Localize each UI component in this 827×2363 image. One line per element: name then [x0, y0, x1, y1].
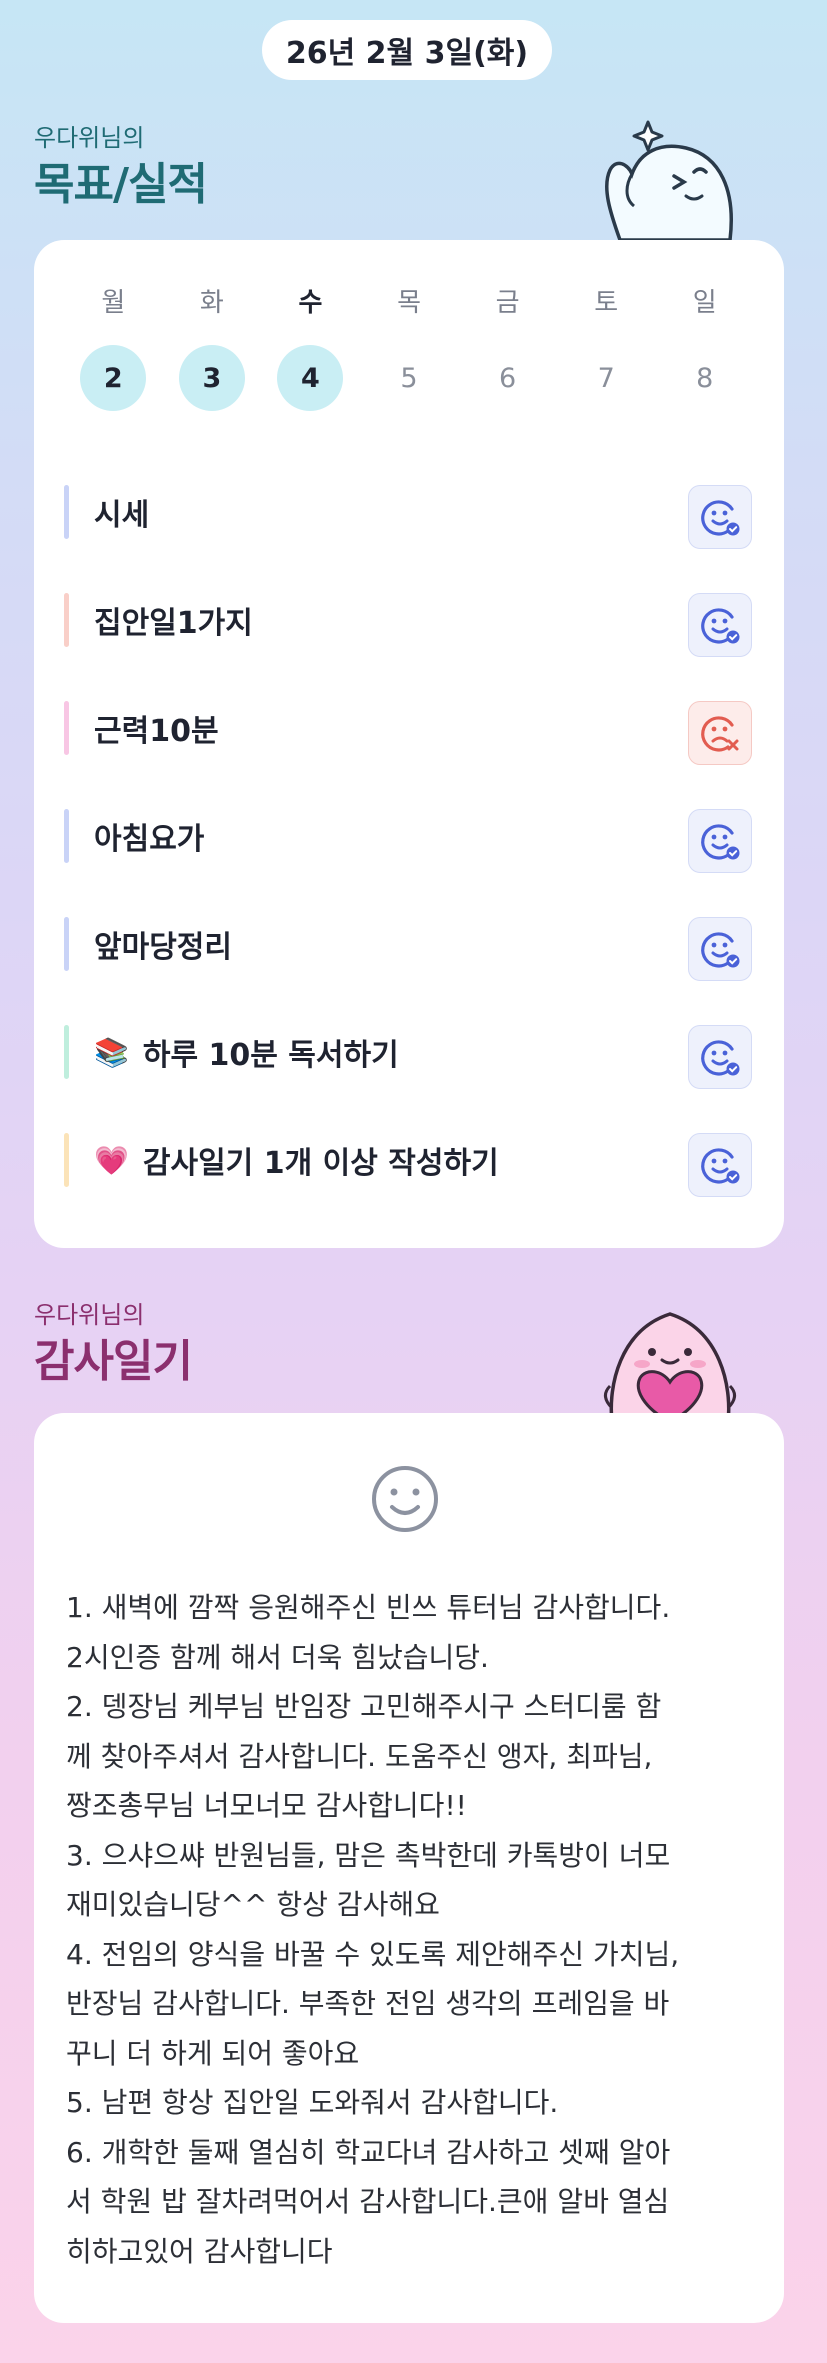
day-number: 3: [178, 345, 245, 411]
day-cell[interactable]: 2: [64, 345, 163, 411]
frown-x-icon: [701, 716, 739, 752]
task-color-bar: [64, 485, 69, 539]
smile-face-icon: [372, 1466, 438, 1532]
day-cell[interactable]: 3: [163, 345, 262, 411]
diary-card: 1. 새벽에 깜짝 응원해주신 빈쓰 튜터님 감사합니다. 2시인증 함께 해서 …: [34, 1413, 784, 2323]
date-pill[interactable]: 26년 2월 3일(화): [262, 20, 552, 80]
task-label-text: 아침요가: [94, 822, 205, 857]
diary-line: 재미있습니당^^ 항상 감사해요: [66, 1888, 440, 1921]
task-label-text: 집안일1가지: [94, 606, 253, 641]
task-label: 📚 하루 10분 독서하기: [94, 1030, 399, 1074]
weekday-header: 월 화 수 목 금 토 일: [64, 282, 754, 319]
task-label: 시세: [94, 490, 149, 534]
day-cell[interactable]: 7: [557, 345, 656, 411]
diary-line: 반장님 감사합니다. 부족한 전임 생각의 프레임을 바: [66, 1987, 670, 2020]
task-label: 아침요가: [94, 814, 204, 858]
heart-mascot-icon: [604, 1312, 736, 1422]
task-label-text: 하루 10분 독서하기: [142, 1038, 399, 1073]
weekday-label: 목: [397, 288, 421, 318]
day-cell[interactable]: 8: [655, 345, 754, 411]
weekday-label: 월: [101, 288, 126, 318]
diary-line: 께 찾아주셔서 감사합니다. 도움주신 앵자, 최파님,: [66, 1739, 653, 1773]
task-label: 집안일1가지: [94, 598, 253, 642]
diary-line: 짱조총무님 너모너모 감사합니다!!: [66, 1789, 467, 1822]
goals-title: 목표/실적: [34, 159, 208, 210]
task-row[interactable]: 💗 감사일기 1개 이상 작성하기: [64, 1106, 784, 1214]
diary-line: 서 학원 밥 잘차려먹어서 감사합니다.큰애 알바 열심: [66, 2185, 670, 2218]
task-color-bar: [64, 701, 69, 755]
task-row[interactable]: 📚 하루 10분 독서하기: [64, 998, 784, 1106]
task-color-bar: [64, 917, 69, 971]
task-row[interactable]: 앞마당정리: [64, 890, 784, 998]
smile-check-icon: [701, 1040, 740, 1076]
task-label: 💗 감사일기 1개 이상 작성하기: [94, 1138, 499, 1182]
diary-line: 꾸니 더 하게 되어 좋아요: [66, 2036, 360, 2070]
diary-line: 2. 뎅장님 케부님 반임장 고민해주시구 스터디룸 함: [66, 1690, 662, 1723]
day-cell[interactable]: 5: [360, 345, 459, 411]
task-row[interactable]: 집안일1가지: [64, 566, 784, 674]
diary-line: 2시인증 함께 해서 더욱 힘났습니당.: [66, 1640, 489, 1674]
task-label-text: 감사일기 1개 이상 작성하기: [142, 1146, 499, 1181]
day-number: 2: [80, 345, 147, 411]
task-color-bar: [64, 809, 69, 863]
smile-check-icon: [701, 824, 740, 860]
task-color-bar: [64, 1025, 69, 1079]
task-row[interactable]: 아침요가: [64, 782, 784, 890]
smile-check-icon: [701, 932, 740, 968]
task-emoji: 💗: [94, 1143, 129, 1177]
diary-line: 5. 남편 항상 집안일 도와줘서 감사합니다.: [66, 2086, 559, 2119]
weekday-label: 일: [692, 288, 717, 318]
day-number: 8: [696, 362, 714, 394]
task-label: 근력10분: [94, 706, 219, 750]
day-number: 6: [499, 362, 517, 394]
status-success-button[interactable]: [688, 593, 752, 657]
task-label-text: 시세: [94, 498, 150, 533]
task-row[interactable]: 시세: [64, 458, 784, 566]
day-number: 7: [597, 362, 615, 394]
weekday-label-today: 수: [298, 288, 323, 318]
smile-check-icon: [701, 608, 740, 644]
task-label-text: 앞마당정리: [94, 930, 232, 965]
smile-check-icon: [701, 500, 740, 536]
diary-line: 1. 새벽에 깜짝 응원해주신 빈쓰 튜터님 감사합니다.: [66, 1591, 671, 1624]
status-success-button[interactable]: [688, 917, 752, 981]
day-cell-today[interactable]: 4: [261, 345, 360, 411]
ghost-mascot-icon: [605, 120, 733, 240]
smile-check-icon: [701, 1148, 740, 1184]
weekday-label: 토: [594, 288, 619, 318]
goals-card: 월 화 수 목 금 토 일 2 3 4 5 6 7 8 시세집안일1가지근력10…: [34, 240, 784, 1248]
task-label-text: 근력10분: [94, 714, 219, 749]
week-days-row: 2 3 4 5 6 7 8: [64, 345, 754, 411]
day-number: 5: [400, 362, 418, 394]
status-success-button[interactable]: [688, 1133, 752, 1197]
task-label: 앞마당정리: [94, 922, 232, 966]
day-cell[interactable]: 6: [458, 345, 557, 411]
status-success-button[interactable]: [688, 1025, 752, 1089]
task-list: 시세집안일1가지근력10분아침요가앞마당정리 📚 하루 10분 독서하기 💗 감사일기 …: [64, 458, 784, 1214]
task-color-bar: [64, 593, 69, 647]
diary-title: 감사일기: [34, 1336, 193, 1387]
task-emoji: 📚: [94, 1035, 129, 1069]
weekday-label: 화: [199, 288, 224, 318]
task-row[interactable]: 근력10분: [64, 674, 784, 782]
diary-line: 히하고있어 감사합니다: [66, 2234, 333, 2268]
weekday-label: 금: [495, 288, 520, 318]
diary-text: 1. 새벽에 깜짝 응원해주신 빈쓰 튜터님 감사합니다. 2시인증 함께 해서 …: [66, 1583, 756, 2276]
status-success-button[interactable]: [688, 485, 752, 549]
diary-line: 6. 개학한 둘째 열심히 학교다녀 감사하고 셋째 알아: [66, 2135, 671, 2169]
day-number: 4: [277, 345, 344, 411]
diary-line: 3. 으샤으쌰 반원님들, 맘은 촉박한데 카톡방이 너모: [66, 1838, 671, 1872]
diary-line: 4. 전임의 양식을 바꿀 수 있도록 제안해주신 가치님,: [66, 1937, 680, 1971]
task-color-bar: [64, 1133, 69, 1187]
status-fail-button[interactable]: [688, 701, 752, 765]
status-success-button[interactable]: [688, 809, 752, 873]
